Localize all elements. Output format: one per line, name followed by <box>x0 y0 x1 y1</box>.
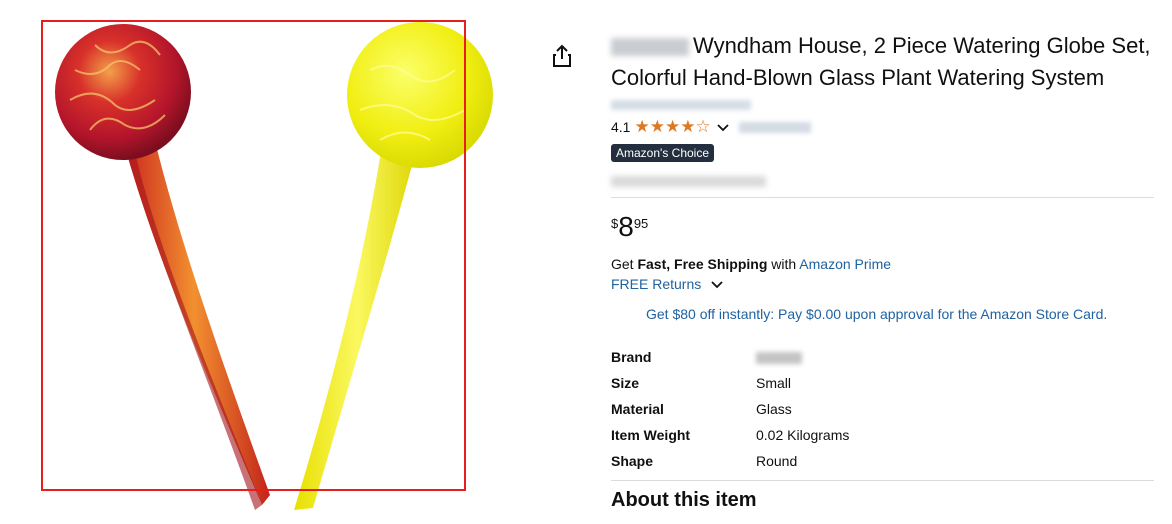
product-image[interactable] <box>0 0 540 524</box>
specs-table: Brand Size Small Material Glass Item Weigh… <box>611 344 849 474</box>
price: $ 8 95 <box>611 212 1156 242</box>
price-fraction: 95 <box>633 216 649 231</box>
amazon-prime-link[interactable]: Amazon Prime <box>799 256 891 272</box>
product-title: Wyndham House, 2 Piece Watering Globe Se… <box>611 30 1156 94</box>
product-image-panel[interactable] <box>0 0 540 524</box>
bought-in-past-month <box>611 176 766 187</box>
store-link[interactable] <box>611 100 751 110</box>
spec-key: Shape <box>611 453 654 469</box>
spec-value: 0.02 Kilograms <box>756 427 850 443</box>
spec-row-size: Size Small <box>611 370 849 396</box>
divider <box>611 480 1154 481</box>
divider <box>611 197 1154 198</box>
spec-value: Glass <box>756 401 792 417</box>
free-returns-label: FREE Returns <box>611 276 702 292</box>
brand-redacted <box>611 38 689 57</box>
shipping-info: Get Fast, Free Shipping with Amazon Prim… <box>611 256 1156 272</box>
spec-key: Material <box>611 401 664 417</box>
free-returns-link[interactable]: FREE Returns <box>611 276 723 292</box>
store-card-promo-link[interactable]: Get $80 off instantly: Pay $0.00 upon ap… <box>646 306 1156 322</box>
spec-row-shape: Shape Round <box>611 448 849 474</box>
spec-value: Small <box>756 375 792 391</box>
chevron-down-icon <box>711 281 723 289</box>
product-title-text: Wyndham House, 2 Piece Watering Globe Se… <box>611 33 1151 90</box>
brand-redacted <box>756 352 802 365</box>
price-whole: 8 <box>618 211 634 242</box>
price-symbol: $ <box>611 216 619 231</box>
spec-key: Brand <box>611 349 652 365</box>
spec-key: Size <box>611 375 640 391</box>
spec-key: Item Weight <box>611 427 691 443</box>
product-info: Wyndham House, 2 Piece Watering Globe Se… <box>611 30 1156 512</box>
spec-value <box>756 344 849 370</box>
shipping-mid: with <box>767 256 800 272</box>
amazons-choice-badge[interactable]: Amazon's Choice <box>611 144 714 162</box>
shipping-prefix: Get <box>611 256 638 272</box>
spec-value: Round <box>756 453 798 469</box>
spec-row-brand: Brand <box>611 344 849 370</box>
share-button[interactable] <box>551 44 573 68</box>
spec-row-weight: Item Weight 0.02 Kilograms <box>611 422 849 448</box>
rating-row: 4.1 ★★★★☆ <box>611 116 1156 138</box>
shipping-bold: Fast, Free Shipping <box>637 256 768 272</box>
share-icon <box>553 44 571 67</box>
spec-row-material: Material Glass <box>611 396 849 422</box>
ratings-count-link[interactable] <box>738 121 811 133</box>
chevron-down-icon[interactable] <box>717 119 729 135</box>
rating-value: 4.1 <box>611 119 631 135</box>
about-heading: About this item <box>611 489 757 511</box>
star-rating-icon[interactable]: ★★★★☆ <box>634 117 710 137</box>
